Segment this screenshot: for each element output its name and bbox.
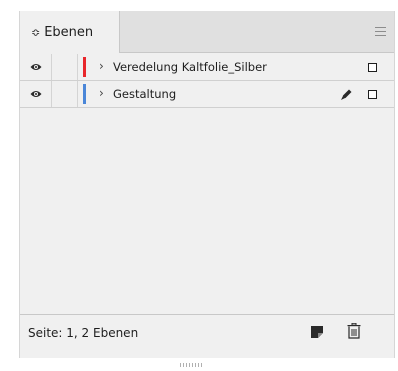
eye-icon[interactable] (30, 62, 42, 72)
trash-icon[interactable] (347, 323, 361, 339)
tab-collapse-icon[interactable]: ≎ (31, 26, 40, 39)
pen-icon (341, 89, 352, 100)
expand-arrow-icon[interactable]: › (99, 86, 104, 100)
layer-row[interactable]: › Veredelung Kaltfolie_Silber (20, 54, 394, 81)
status-text: Seite: 1, 2 Ebenen (28, 326, 139, 340)
expand-arrow-icon[interactable]: › (99, 59, 104, 73)
row-divider (51, 54, 52, 80)
layer-list: › Veredelung Kaltfolie_Silber › Gestaltu… (20, 54, 394, 311)
selection-box[interactable] (368, 90, 377, 99)
row-divider (77, 81, 78, 107)
row-divider (51, 81, 52, 107)
tab-ebenen[interactable]: ≎ Ebenen (20, 11, 120, 53)
layer-name[interactable]: Veredelung Kaltfolie_Silber (113, 60, 267, 74)
layer-color-swatch (83, 84, 86, 104)
eye-icon[interactable] (30, 89, 42, 99)
tab-label: Ebenen (44, 24, 94, 40)
layer-color-swatch (83, 57, 86, 77)
row-divider (77, 54, 78, 80)
new-layer-icon[interactable] (311, 326, 323, 338)
layers-panel: ≎ Ebenen › Veredelung Kaltfolie_Silber ›… (19, 11, 395, 367)
panel-tabbar: ≎ Ebenen (20, 11, 394, 53)
selection-box[interactable] (368, 63, 377, 72)
resize-grip[interactable] (180, 352, 208, 367)
layer-name[interactable]: Gestaltung (113, 87, 176, 101)
panel-footer: Seite: 1, 2 Ebenen (20, 314, 394, 352)
layer-row[interactable]: › Gestaltung (20, 81, 394, 108)
panel-menu-icon[interactable] (375, 27, 386, 36)
